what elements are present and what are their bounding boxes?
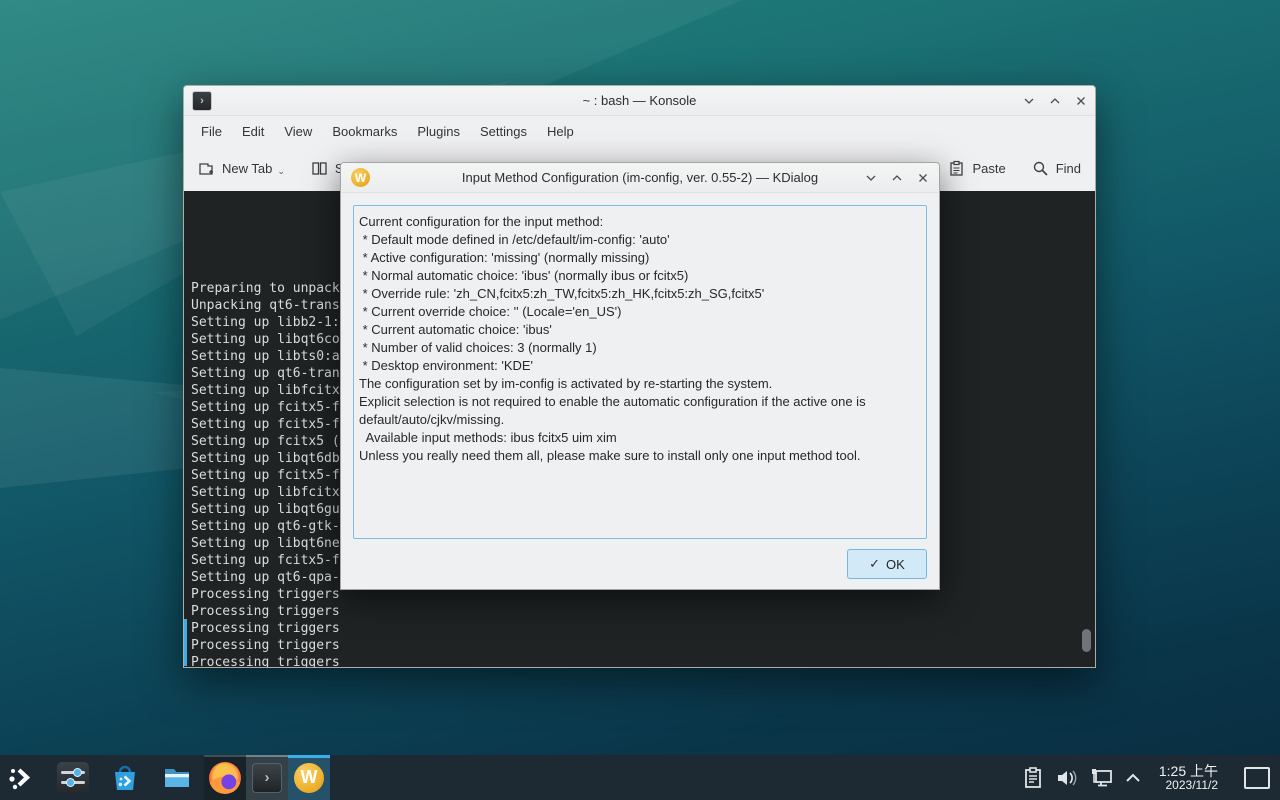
menu-item[interactable]: Plugins: [408, 120, 469, 143]
paste-icon: [948, 160, 965, 177]
menu-item[interactable]: File: [192, 120, 231, 143]
search-icon: [1032, 160, 1049, 177]
dialog-message-line: * Number of valid choices: 3 (normally 1…: [359, 339, 921, 357]
chevron-down-icon[interactable]: ⌄: [277, 166, 285, 177]
im-config-icon: W: [294, 763, 324, 793]
menu-item[interactable]: Edit: [233, 120, 273, 143]
konsole-app-icon: ›: [192, 91, 212, 111]
application-launcher-button[interactable]: [4, 761, 38, 795]
discover-icon: [109, 762, 141, 794]
konsole-titlebar[interactable]: › ~ : bash — Konsole: [184, 86, 1095, 116]
kde-launcher-icon: [6, 763, 36, 793]
check-icon: ✓: [869, 556, 880, 572]
dialog-message-line: * Current automatic choice: 'ibus': [359, 321, 921, 339]
dialog-message-box: Current configuration for the input meth…: [353, 205, 927, 539]
terminal-output-line: Processing triggers: [191, 654, 1081, 667]
maximize-icon[interactable]: [891, 172, 903, 184]
konsole-icon: ›: [252, 763, 282, 793]
find-label: Find: [1056, 161, 1081, 176]
maximize-icon[interactable]: [1049, 95, 1061, 107]
terminal-output-line: Processing triggers: [191, 620, 1081, 637]
dialog-message-line: default/auto/cjkv/missing.: [359, 411, 921, 429]
digital-clock[interactable]: 1:25 上午 2023/11/2: [1159, 763, 1218, 793]
system-settings-icon: [57, 762, 89, 794]
menu-item[interactable]: Settings: [471, 120, 536, 143]
clock-date: 2023/11/2: [1159, 779, 1218, 793]
terminal-output-line: Processing triggers: [191, 603, 1081, 620]
dolphin-file-manager-button[interactable]: [160, 761, 194, 795]
dialog-message-line: * Default mode defined in /etc/default/i…: [359, 231, 921, 249]
folder-icon: [161, 762, 193, 794]
paste-button[interactable]: Paste: [948, 160, 1005, 177]
menu-item[interactable]: Bookmarks: [323, 120, 406, 143]
firefox-icon: [209, 762, 241, 794]
close-icon[interactable]: [1075, 95, 1087, 107]
terminal-scrollbar-thumb[interactable]: [1082, 629, 1091, 652]
taskbar-task-konsole[interactable]: ›: [246, 755, 288, 800]
find-button[interactable]: Find: [1032, 160, 1081, 177]
ok-button[interactable]: ✓ OK: [847, 549, 927, 579]
system-settings-button[interactable]: [56, 761, 90, 795]
system-tray: 1:25 上午 2023/11/2: [1023, 755, 1280, 800]
clipboard-tray-icon[interactable]: [1023, 767, 1043, 789]
ok-button-label: OK: [886, 557, 905, 572]
new-output-indicator: [184, 619, 187, 666]
volume-tray-icon[interactable]: [1055, 768, 1077, 788]
taskbar-task-kdialog[interactable]: W: [288, 755, 330, 800]
konsole-menubar: FileEditViewBookmarksPluginsSettingsHelp: [184, 116, 1095, 146]
split-view-icon: [311, 160, 328, 177]
konsole-window-title: ~ : bash — Konsole: [184, 93, 1095, 108]
new-tab-button[interactable]: New Tab ⌄: [198, 160, 285, 177]
paste-label: Paste: [972, 161, 1005, 176]
dialog-message-line: * Current override choice: '' (Locale='e…: [359, 303, 921, 321]
dialog-message-line: Unless you really need them all, please …: [359, 447, 921, 465]
tray-expander-chevron-up-icon[interactable]: [1125, 772, 1141, 784]
dialog-message-line: * Override rule: 'zh_CN,fcitx5:zh_TW,fci…: [359, 285, 921, 303]
dialog-message-line: The configuration set by im-config is ac…: [359, 375, 921, 393]
clock-time: 1:25 上午: [1159, 763, 1218, 779]
close-icon[interactable]: [917, 172, 929, 184]
taskbar: › W 1:25 上午 2023/11/2: [0, 755, 1280, 800]
kdialog-titlebar[interactable]: W Input Method Configuration (im-config,…: [341, 163, 939, 193]
dialog-message-line: Current configuration for the input meth…: [359, 213, 921, 231]
minimize-icon[interactable]: [1023, 95, 1035, 107]
dialog-message-line: * Active configuration: 'missing' (norma…: [359, 249, 921, 267]
menu-item[interactable]: Help: [538, 120, 583, 143]
dialog-message-line: Explicit selection is not required to en…: [359, 393, 921, 411]
show-desktop-button[interactable]: [1244, 767, 1270, 789]
new-tab-label: New Tab: [222, 161, 272, 176]
dialog-message-line: * Desktop environment: 'KDE': [359, 357, 921, 375]
menu-item[interactable]: View: [275, 120, 321, 143]
kdialog-window: W Input Method Configuration (im-config,…: [340, 162, 940, 590]
minimize-icon[interactable]: [865, 172, 877, 184]
dialog-message-line: Available input methods: ibus fcitx5 uim…: [359, 429, 921, 447]
kdialog-window-title: Input Method Configuration (im-config, v…: [341, 170, 939, 185]
discover-button[interactable]: [108, 761, 142, 795]
taskbar-task-firefox[interactable]: [204, 755, 246, 800]
new-tab-icon: [198, 160, 215, 177]
network-tray-icon[interactable]: [1089, 768, 1113, 788]
im-config-app-icon: W: [351, 168, 370, 187]
dialog-message-line: * Normal automatic choice: 'ibus' (norma…: [359, 267, 921, 285]
terminal-output-line: Processing triggers: [191, 637, 1081, 654]
